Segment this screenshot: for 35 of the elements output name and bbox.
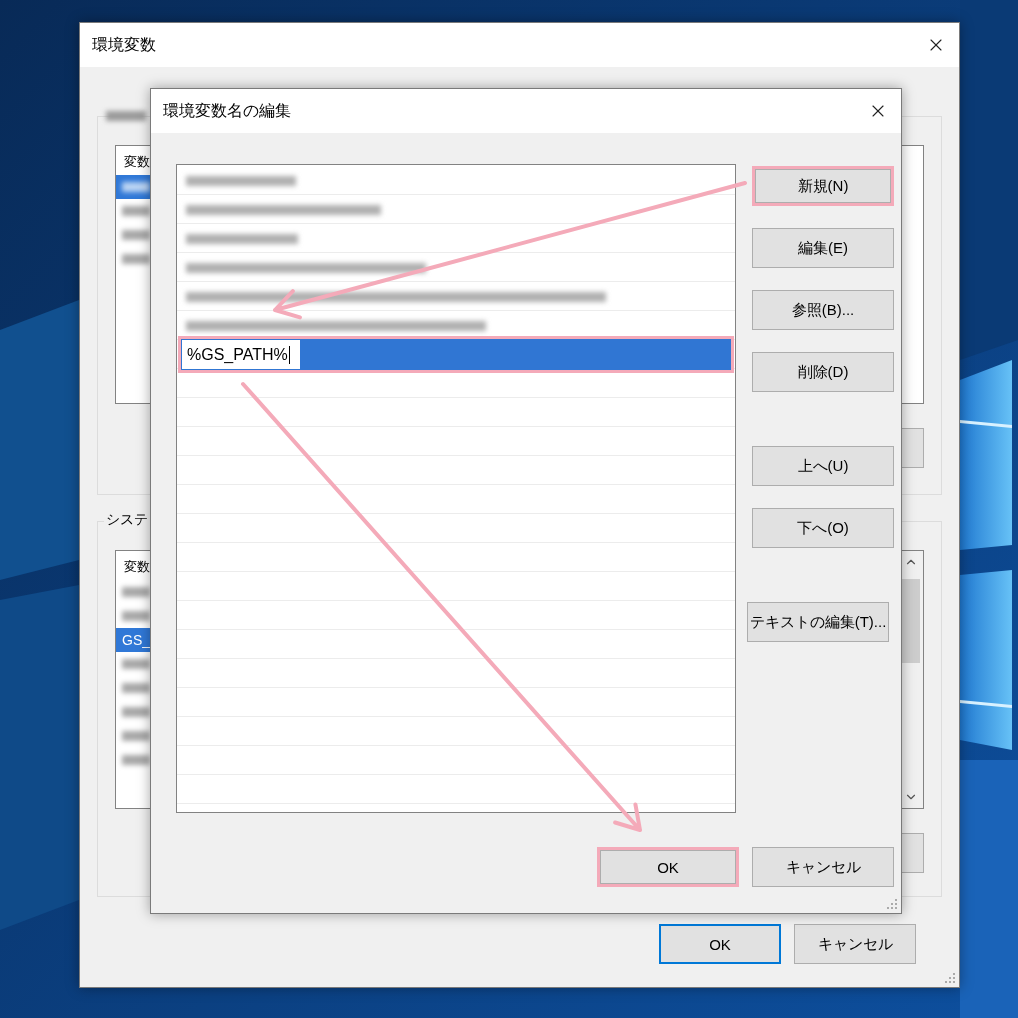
selected-row[interactable]	[116, 175, 150, 199]
ok-button[interactable]: OK	[597, 847, 739, 887]
action-button[interactable]: 下へ(O)	[752, 508, 894, 548]
cancel-button[interactable]: キャンセル	[752, 847, 894, 887]
blurred-text	[122, 731, 150, 741]
input-field[interactable]: %GS_PATH%	[181, 339, 301, 370]
resize-grip-icon[interactable]	[886, 898, 898, 910]
dialog-title: 環境変数名の編集	[163, 100, 291, 121]
blurred-text	[122, 182, 150, 192]
action-button[interactable]: 編集(E)	[752, 228, 894, 268]
editing-row[interactable]: %GS_PATH%	[178, 336, 734, 373]
window-title: 環境変数	[92, 34, 156, 55]
column-header: 変数	[123, 153, 150, 171]
group-label: システ	[104, 511, 150, 529]
blurred-text	[122, 587, 150, 597]
blurred-text	[122, 707, 150, 717]
blurred-text	[122, 254, 150, 264]
action-button[interactable]: 上へ(U)	[752, 446, 894, 486]
blurred-text	[122, 206, 150, 216]
action-button[interactable]: 削除(D)	[752, 352, 894, 392]
blurred-text	[122, 230, 150, 240]
blurred-text	[122, 683, 150, 693]
blurred-text	[122, 659, 150, 669]
blurred-text	[106, 111, 146, 121]
resize-grip-icon[interactable]	[944, 972, 956, 984]
variable-name: GS_	[122, 632, 150, 648]
action-button[interactable]: テキストの編集(T)...	[747, 602, 889, 642]
ok-button[interactable]: OK	[659, 924, 781, 964]
cancel-button[interactable]: キャンセル	[794, 924, 916, 964]
blurred-text	[122, 755, 150, 765]
action-button[interactable]: 参照(B)...	[752, 290, 894, 330]
selected-row[interactable]: GS_	[116, 628, 150, 652]
action-button[interactable]: 新規(N)	[752, 166, 894, 206]
column-header: 変数	[123, 558, 150, 576]
blurred-text	[122, 611, 150, 621]
